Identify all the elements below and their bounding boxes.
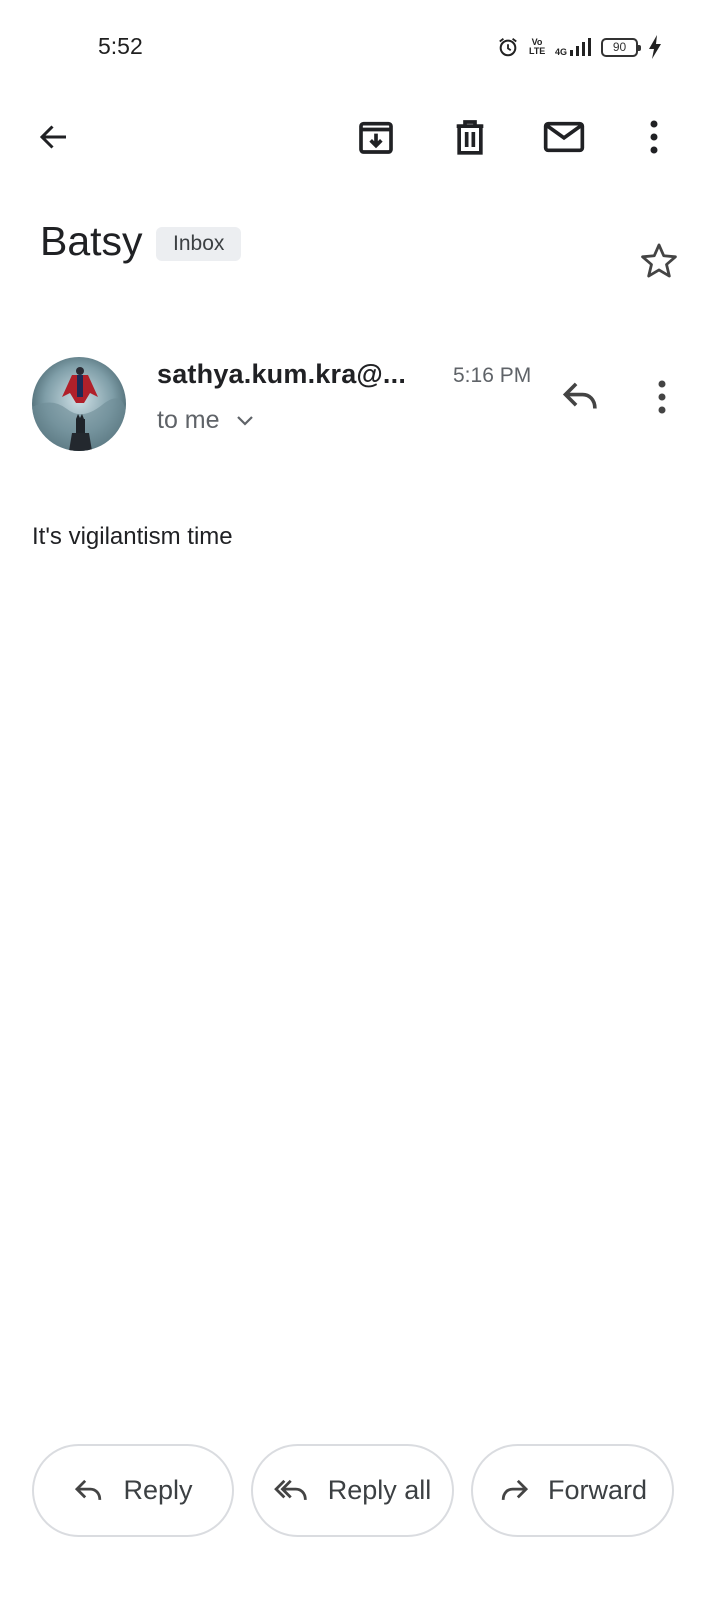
reply-icon (562, 382, 597, 409)
status-icons: Vo LTE 4G 90 (497, 33, 662, 61)
forward-icon (501, 1479, 529, 1500)
sender-name[interactable]: sathya.kum.kra@... (157, 359, 406, 390)
email-time: 5:16 PM (453, 364, 532, 387)
email-subject: Batsy (40, 218, 143, 264)
email-body: It's vigilantism time (32, 523, 233, 550)
more-vert-icon (658, 380, 666, 414)
inbox-label-chip[interactable]: Inbox (156, 227, 242, 261)
battery-icon: 90 (601, 37, 641, 57)
status-time: 5:52 (98, 33, 143, 59)
reply-icon (75, 1479, 102, 1500)
archive-button[interactable] (346, 107, 406, 167)
reply-all-button[interactable]: Reply all (251, 1444, 454, 1537)
recipient-label: to me (157, 406, 220, 434)
back-arrow-icon (39, 125, 66, 149)
reply-button[interactable]: Reply (32, 1444, 234, 1537)
reply-label: Reply (123, 1475, 193, 1505)
reply-button-header[interactable] (552, 368, 610, 426)
mail-icon (543, 121, 585, 153)
status-bar: 5:52 Vo LTE 4G 90 (0, 0, 720, 96)
delete-icon (456, 120, 484, 155)
network-type: 4G (554, 47, 567, 57)
more-options-button[interactable] (624, 107, 684, 167)
star-button[interactable] (630, 232, 688, 290)
star-icon (641, 243, 677, 278)
sender-avatar[interactable] (32, 357, 126, 451)
message-more-button[interactable] (636, 368, 688, 426)
mark-unread-button[interactable] (534, 107, 594, 167)
alarm-icon (497, 36, 519, 58)
signal-icon: 4G (555, 37, 591, 57)
forward-button[interactable]: Forward (471, 1444, 674, 1537)
reply-all-icon (273, 1479, 307, 1500)
recipient-details[interactable]: to me (157, 406, 254, 435)
volte-icon: Vo LTE (528, 37, 546, 56)
reply-all-label: Reply all (327, 1475, 432, 1505)
forward-label: Forward (547, 1475, 648, 1505)
archive-icon (359, 121, 393, 154)
more-vert-icon (650, 120, 658, 154)
avatar-image (32, 357, 126, 451)
delete-button[interactable] (440, 107, 500, 167)
back-button[interactable] (24, 107, 84, 167)
charging-icon (648, 35, 662, 59)
chevron-down-icon (236, 415, 253, 426)
